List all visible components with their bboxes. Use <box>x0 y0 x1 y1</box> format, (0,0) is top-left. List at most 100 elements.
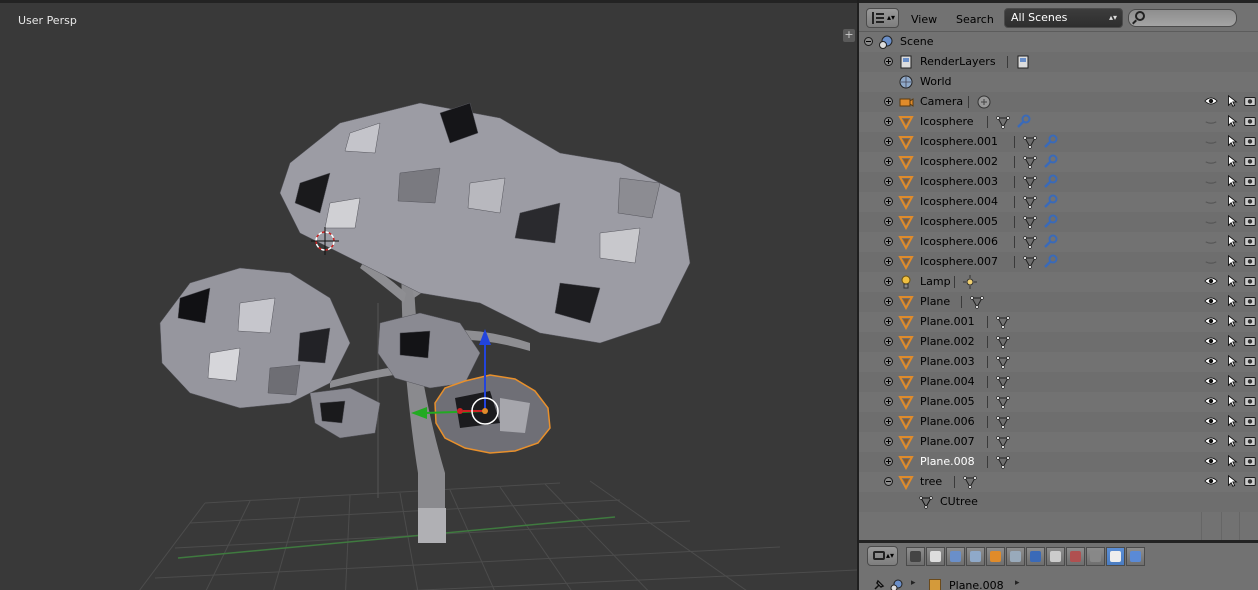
collapse-icon[interactable] <box>864 37 873 46</box>
outliner-item-label[interactable]: tree <box>920 475 942 488</box>
outliner-item-label[interactable]: Icosphere.003 <box>920 175 998 188</box>
outliner-row[interactable]: Plane.002 <box>859 332 1258 352</box>
outliner-row[interactable]: Plane.007 <box>859 432 1258 452</box>
outliner-row[interactable]: Icosphere.001 <box>859 132 1258 152</box>
outliner-item-label[interactable]: RenderLayers <box>920 55 996 68</box>
outliner-item-label[interactable]: Scene <box>900 35 934 48</box>
outliner-row[interactable]: Icosphere.004 <box>859 192 1258 212</box>
tab-particles[interactable] <box>1106 547 1125 566</box>
outliner-row[interactable]: World <box>859 72 1258 92</box>
expand-icon[interactable] <box>884 397 893 406</box>
editor-type-button[interactable]: ▴▾ <box>866 8 899 28</box>
expand-icon[interactable] <box>884 357 893 366</box>
expand-icon[interactable] <box>884 337 893 346</box>
mesh-data-icon <box>996 436 1011 449</box>
outliner-item-label[interactable]: Plane.007 <box>920 435 975 448</box>
outliner-row[interactable]: Plane.001 <box>859 312 1258 332</box>
tab-physics[interactable] <box>1126 547 1145 566</box>
expand-icon[interactable] <box>884 457 893 466</box>
mesh-icon <box>898 436 914 450</box>
outliner-row[interactable]: Icosphere.005 <box>859 212 1258 232</box>
outliner-item-label[interactable]: Icosphere <box>920 115 974 128</box>
tab-scene[interactable] <box>946 547 965 566</box>
outliner-item-label[interactable]: Icosphere.007 <box>920 255 998 268</box>
outliner-item-label[interactable]: Plane.006 <box>920 415 975 428</box>
expand-icon[interactable] <box>884 377 893 386</box>
outliner-row[interactable]: Plane <box>859 292 1258 312</box>
expand-icon[interactable] <box>884 297 893 306</box>
editor-type-button[interactable]: ▴▾ <box>867 546 898 566</box>
separator <box>961 296 962 308</box>
expand-icon[interactable] <box>884 437 893 446</box>
outliner-item-label[interactable]: Plane.004 <box>920 375 975 388</box>
outliner-row[interactable]: Plane.008 <box>859 452 1258 472</box>
expand-icon[interactable] <box>884 277 893 286</box>
outliner-item-label[interactable]: Icosphere.005 <box>920 215 998 228</box>
outliner-row[interactable]: Icosphere.003 <box>859 172 1258 192</box>
outliner-item-label[interactable]: Icosphere.004 <box>920 195 998 208</box>
expand-icon[interactable] <box>884 417 893 426</box>
outliner-row[interactable]: tree <box>859 472 1258 492</box>
tab-render[interactable] <box>906 547 925 566</box>
expand-icon[interactable] <box>884 117 893 126</box>
tab-world[interactable] <box>966 547 985 566</box>
expand-icon[interactable] <box>884 157 893 166</box>
eye-icon <box>1204 277 1218 285</box>
pin-icon[interactable] <box>873 579 885 590</box>
outliner-row[interactable]: RenderLayers <box>859 52 1258 72</box>
outliner-item-label[interactable]: Plane.001 <box>920 315 975 328</box>
outliner-item-label[interactable]: CUtree <box>940 495 978 508</box>
eye-icon <box>1204 357 1218 365</box>
tab-texture[interactable] <box>1086 547 1105 566</box>
outliner-row[interactable]: Icosphere.002 <box>859 152 1258 172</box>
outliner-item-label[interactable]: Plane.002 <box>920 335 975 348</box>
view-menu[interactable]: View <box>911 13 937 26</box>
expand-icon[interactable] <box>884 57 893 66</box>
tab-object[interactable] <box>986 547 1005 566</box>
outliner-row[interactable]: Plane.006 <box>859 412 1258 432</box>
outliner-item-label[interactable]: Plane <box>920 295 950 308</box>
outliner-item-label[interactable]: Icosphere.001 <box>920 135 998 148</box>
outliner-row[interactable]: Scene <box>859 32 1258 52</box>
outliner-item-label[interactable]: Camera <box>920 95 963 108</box>
outliner-item-label[interactable]: Plane.005 <box>920 395 975 408</box>
expand-icon[interactable] <box>884 197 893 206</box>
3d-viewport[interactable]: User Persp + <box>0 0 857 590</box>
outliner-row[interactable]: CUtree <box>859 492 1258 512</box>
tab-data[interactable] <box>1046 547 1065 566</box>
expand-icon[interactable] <box>884 257 893 266</box>
expand-icon[interactable] <box>884 137 893 146</box>
tab-constraints[interactable] <box>1006 547 1025 566</box>
outliner-item-label[interactable]: Lamp <box>920 275 951 288</box>
outliner-item-label[interactable]: World <box>920 75 952 88</box>
expand-icon[interactable] <box>884 317 893 326</box>
tab-render-layers[interactable] <box>926 547 945 566</box>
outliner-item-label[interactable]: Plane.003 <box>920 355 975 368</box>
outliner-row[interactable]: Icosphere.007 <box>859 252 1258 272</box>
outliner-item-label[interactable]: Icosphere.006 <box>920 235 998 248</box>
expand-icon[interactable] <box>884 237 893 246</box>
display-mode-select[interactable]: All Scenes ▴▾ <box>1004 8 1123 28</box>
tab-material[interactable] <box>1066 547 1085 566</box>
toolshelf-toggle-button[interactable]: + <box>843 29 855 42</box>
render-camera-icon <box>1244 117 1256 126</box>
outliner-row[interactable]: Plane.003 <box>859 352 1258 372</box>
outliner-row[interactable]: Lamp <box>859 272 1258 292</box>
viewport-scene[interactable] <box>0 3 857 590</box>
outliner-row[interactable]: Icosphere <box>859 112 1258 132</box>
outliner-search-input[interactable] <box>1128 9 1237 27</box>
outliner-row[interactable]: Icosphere.006 <box>859 232 1258 252</box>
expand-icon[interactable] <box>884 97 893 106</box>
outliner-row[interactable]: Camera <box>859 92 1258 112</box>
search-menu[interactable]: Search <box>956 13 994 26</box>
outliner-row[interactable]: Plane.004 <box>859 372 1258 392</box>
expand-icon[interactable] <box>884 217 893 226</box>
outliner-row[interactable]: Plane.005 <box>859 392 1258 412</box>
outliner-item-label[interactable]: Plane.008 <box>920 455 975 468</box>
tab-modifiers[interactable] <box>1026 547 1045 566</box>
expand-icon[interactable] <box>884 177 893 186</box>
outliner-item-label[interactable]: Icosphere.002 <box>920 155 998 168</box>
eye-icon <box>1204 377 1218 385</box>
collapse-icon[interactable] <box>884 477 893 486</box>
mesh-data-icon <box>996 396 1011 409</box>
